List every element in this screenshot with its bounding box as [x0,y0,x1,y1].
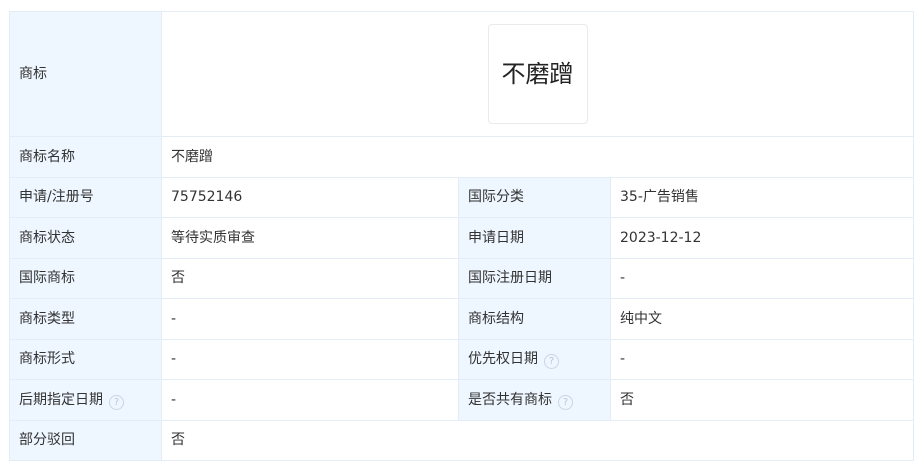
trademark-logo-text: 不磨蹭 [501,60,574,88]
intl-reg-date-value: - [609,257,915,299]
reg-no-label: 申请/注册号 [9,176,162,218]
priority-date-label: 优先权日期 [468,351,538,368]
later-designation-date-value: - [161,379,459,421]
intl-reg-date-label: 国际注册日期 [458,257,611,299]
help-icon[interactable]: ? [544,354,559,370]
table-row: 后期指定日期? - 是否共有商标? 否 [9,379,915,421]
class-value: 35-广告销售 [609,176,915,218]
status-value: 等待实质审查 [161,217,459,259]
trademark-image-label: 商标 [9,11,162,137]
trademark-info-table: 商标 不磨蹭 商标名称 不磨蹭 申请/注册号 75752146 国际分类 35-… [9,11,915,461]
mark-type-label: 商标类型 [9,298,162,340]
shared-mark-value: 否 [609,379,915,421]
help-icon[interactable]: ? [558,394,573,410]
app-date-value: 2023-12-12 [609,217,915,259]
table-row: 商标名称 不磨蹭 [9,136,915,178]
class-label: 国际分类 [458,176,611,218]
app-date-label: 申请日期 [458,217,611,259]
intl-mark-label: 国际商标 [9,257,162,299]
table-row: 部分驳回 否 [9,419,915,461]
table-row: 申请/注册号 75752146 国际分类 35-广告销售 [9,176,915,218]
trademark-logo[interactable]: 不磨蹭 [487,24,588,124]
trademark-name-label: 商标名称 [9,136,162,178]
partial-reject-label: 部分驳回 [9,419,162,461]
table-row: 商标 不磨蹭 [9,11,915,137]
form-value: - [161,338,459,380]
structure-label: 商标结构 [458,298,611,340]
table-row: 商标状态 等待实质审查 申请日期 2023-12-12 [9,217,915,259]
trademark-image-cell: 不磨蹭 [160,11,915,137]
table-row: 商标形式 - 优先权日期? - [9,338,915,380]
form-label: 商标形式 [9,338,162,380]
table-row: 国际商标 否 国际注册日期 - [9,257,915,299]
partial-reject-value: 否 [160,419,915,461]
help-icon[interactable]: ? [109,394,124,410]
shared-mark-label-cell: 是否共有商标? [458,379,611,421]
table-row: 商标类型 - 商标结构 纯中文 [9,298,915,340]
trademark-name-value: 不磨蹭 [160,136,915,178]
intl-mark-value: 否 [161,257,459,299]
mark-type-value: - [161,298,459,340]
priority-date-label-cell: 优先权日期? [458,338,611,380]
shared-mark-label: 是否共有商标 [468,391,552,408]
reg-no-value: 75752146 [161,176,459,218]
priority-date-value: - [609,338,915,380]
later-designation-date-label-cell: 后期指定日期? [9,379,162,421]
status-label: 商标状态 [9,217,162,259]
structure-value: 纯中文 [609,298,915,340]
later-designation-date-label: 后期指定日期 [19,391,103,408]
